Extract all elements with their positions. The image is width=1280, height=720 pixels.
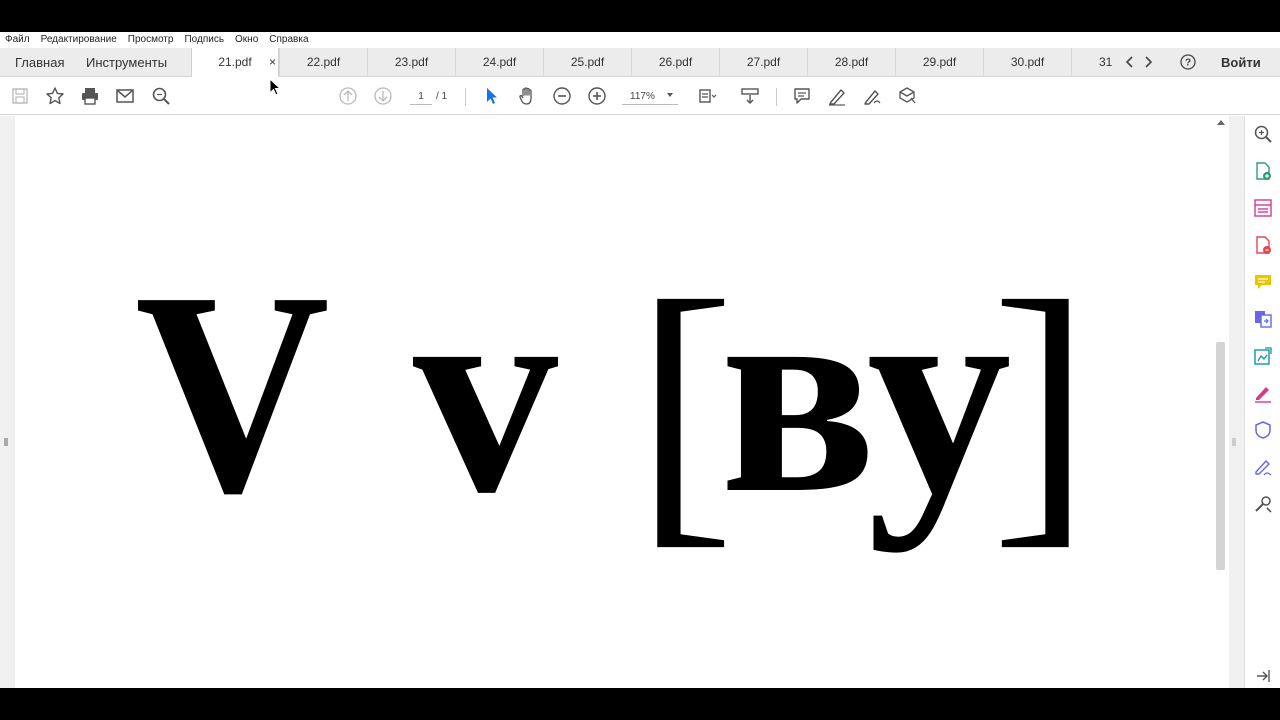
doc-tab[interactable]: 30.pdf [983,48,1071,77]
select-tool-icon[interactable] [482,86,502,106]
doc-tab[interactable]: 22.pdf [279,48,367,77]
toolbar-divider [776,88,777,106]
pdf-page: V v [ ву ] [15,116,1213,688]
edit-pdf-icon[interactable] [1253,346,1273,366]
hand-tool-icon[interactable] [517,86,537,106]
doc-tab-label: 24.pdf [482,55,517,69]
highlight-icon[interactable] [827,86,847,106]
menu-sign[interactable]: Подпись [184,32,224,48]
comment-tool-icon[interactable] [1253,272,1273,292]
left-panel-toggle[interactable] [4,438,8,446]
redact-icon[interactable] [897,86,917,106]
doc-tab-label: 23.pdf [394,55,429,69]
tab-home[interactable]: Главная [15,48,64,77]
mouse-cursor-icon [269,78,281,96]
print-icon[interactable] [80,86,100,106]
scrollbar-thumb[interactable] [1216,342,1225,570]
comment-icon[interactable] [792,86,812,106]
doc-tab-label: 31 [1099,55,1113,69]
letter-uppercase: V [135,232,330,553]
letter-lowercase: v [413,232,558,553]
menu-file[interactable]: Файл [5,32,30,48]
doc-tab[interactable]: 27.pdf [719,48,807,77]
zoom-dropdown-icon[interactable] [667,93,673,97]
letterbox-top [0,0,1280,32]
tabs-scroll-left-icon[interactable] [1123,55,1137,69]
page-fit-icon[interactable] [697,86,717,106]
zoom-in-icon[interactable] [587,86,607,106]
menu-help[interactable]: Справка [269,32,308,48]
close-tab-icon[interactable]: × [269,48,276,77]
document-tabs: 21.pdf × 22.pdf 23.pdf 24.pdf 25.pdf 26.… [191,48,1115,77]
letterbox-bottom [0,688,1280,720]
menu-edit[interactable]: Редактирование [41,32,117,48]
menu-view[interactable]: Просмотр [128,32,174,48]
help-icon[interactable]: ? [1180,54,1196,70]
doc-tab-label: 25.pdf [570,55,605,69]
tools-pane [1244,116,1280,688]
doc-tab-label: 28.pdf [834,55,869,69]
right-panel-toggle[interactable] [1232,438,1236,446]
doc-tab[interactable]: 23.pdf [367,48,455,77]
doc-tab-label: 30.pdf [1010,55,1045,69]
draw-signature-icon[interactable] [862,86,882,106]
menu-bar: Файл Редактирование Просмотр Подпись Окн… [0,32,1280,48]
search-pages-icon[interactable] [1253,124,1273,144]
save-icon[interactable] [10,86,30,106]
toolbar-divider [465,88,466,106]
doc-tab[interactable]: 29.pdf [895,48,983,77]
previous-page-icon[interactable] [338,86,358,106]
doc-tab-label: 22.pdf [306,55,341,69]
request-signatures-icon[interactable] [1253,457,1273,477]
page-number-input[interactable]: 1 [410,88,432,105]
doc-tab[interactable]: 28.pdf [807,48,895,77]
fill-sign-icon[interactable] [1253,383,1273,403]
scroll-up-icon[interactable] [1217,120,1225,125]
star-icon[interactable] [45,86,65,106]
doc-tab[interactable]: 31 [1071,48,1115,77]
zoom-out-icon[interactable] [552,86,572,106]
doc-tab-label: 29.pdf [922,55,957,69]
doc-tab-label: 27.pdf [746,55,781,69]
svg-text:?: ? [1185,58,1191,69]
doc-tab-label: 26.pdf [658,55,693,69]
page-total-label: / 1 [436,91,448,102]
menu-window[interactable]: Окно [235,32,258,48]
protect-icon[interactable] [1253,420,1273,440]
acrobat-window: Файл Редактирование Просмотр Подпись Окн… [0,32,1280,688]
tab-bar: Главная Инструменты 21.pdf × 22.pdf 23.p… [0,48,1280,77]
more-tools-icon[interactable] [1253,494,1273,514]
bracket-close: ] [991,240,1091,572]
vertical-scrollbar[interactable] [1213,116,1229,688]
doc-tab-label: 21.pdf [218,55,252,69]
scroll-mode-icon[interactable] [740,86,760,106]
email-icon[interactable] [115,86,135,106]
doc-tab[interactable]: 25.pdf [543,48,631,77]
doc-tab[interactable]: 26.pdf [631,48,719,77]
tabs-scroll-right-icon[interactable] [1141,55,1155,69]
transcription-text: ву [720,232,1012,553]
combine-files-icon[interactable] [1253,309,1273,329]
next-page-icon[interactable] [373,86,393,106]
export-pdf-icon[interactable] [1253,235,1273,255]
collapse-pane-icon[interactable] [1253,666,1273,686]
document-view[interactable]: V v [ ву ] [0,116,1244,688]
create-pdf-icon[interactable] [1253,161,1273,181]
doc-tab-active[interactable]: 21.pdf × [191,48,279,77]
organize-pages-icon[interactable] [1253,198,1273,218]
sign-in-button[interactable]: Войти [1221,48,1261,77]
tab-tools[interactable]: Инструменты [86,48,167,77]
find-icon[interactable] [151,86,171,106]
toolbar: 1 / 1 117% [0,78,1280,115]
doc-tab[interactable]: 24.pdf [455,48,543,77]
